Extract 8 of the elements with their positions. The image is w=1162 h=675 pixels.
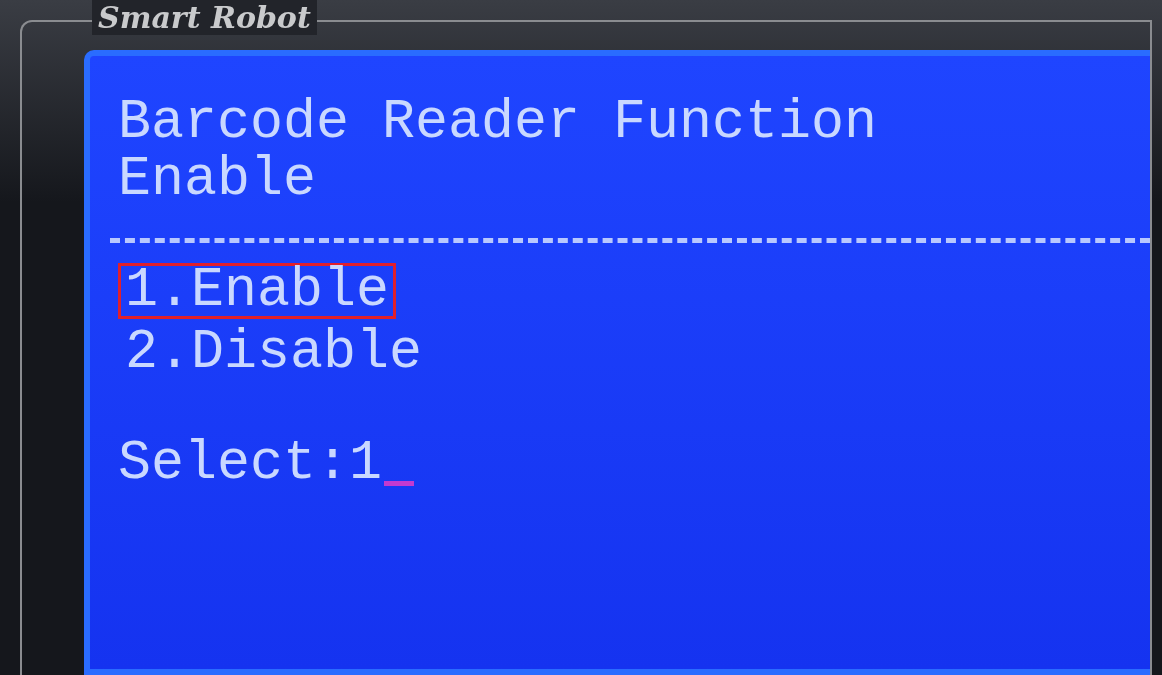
screen-title: Barcode Reader Function [118,94,879,151]
menu-option[interactable]: 2.Disable [118,325,430,381]
prompt-label: Select: [118,435,350,492]
device-brand-label: Smart Robot [92,0,317,35]
prompt-input[interactable]: 1 [349,435,383,492]
current-value: Enable [118,151,318,208]
menu-option[interactable]: 1.Enable [118,263,397,319]
text-cursor-icon [384,481,415,486]
